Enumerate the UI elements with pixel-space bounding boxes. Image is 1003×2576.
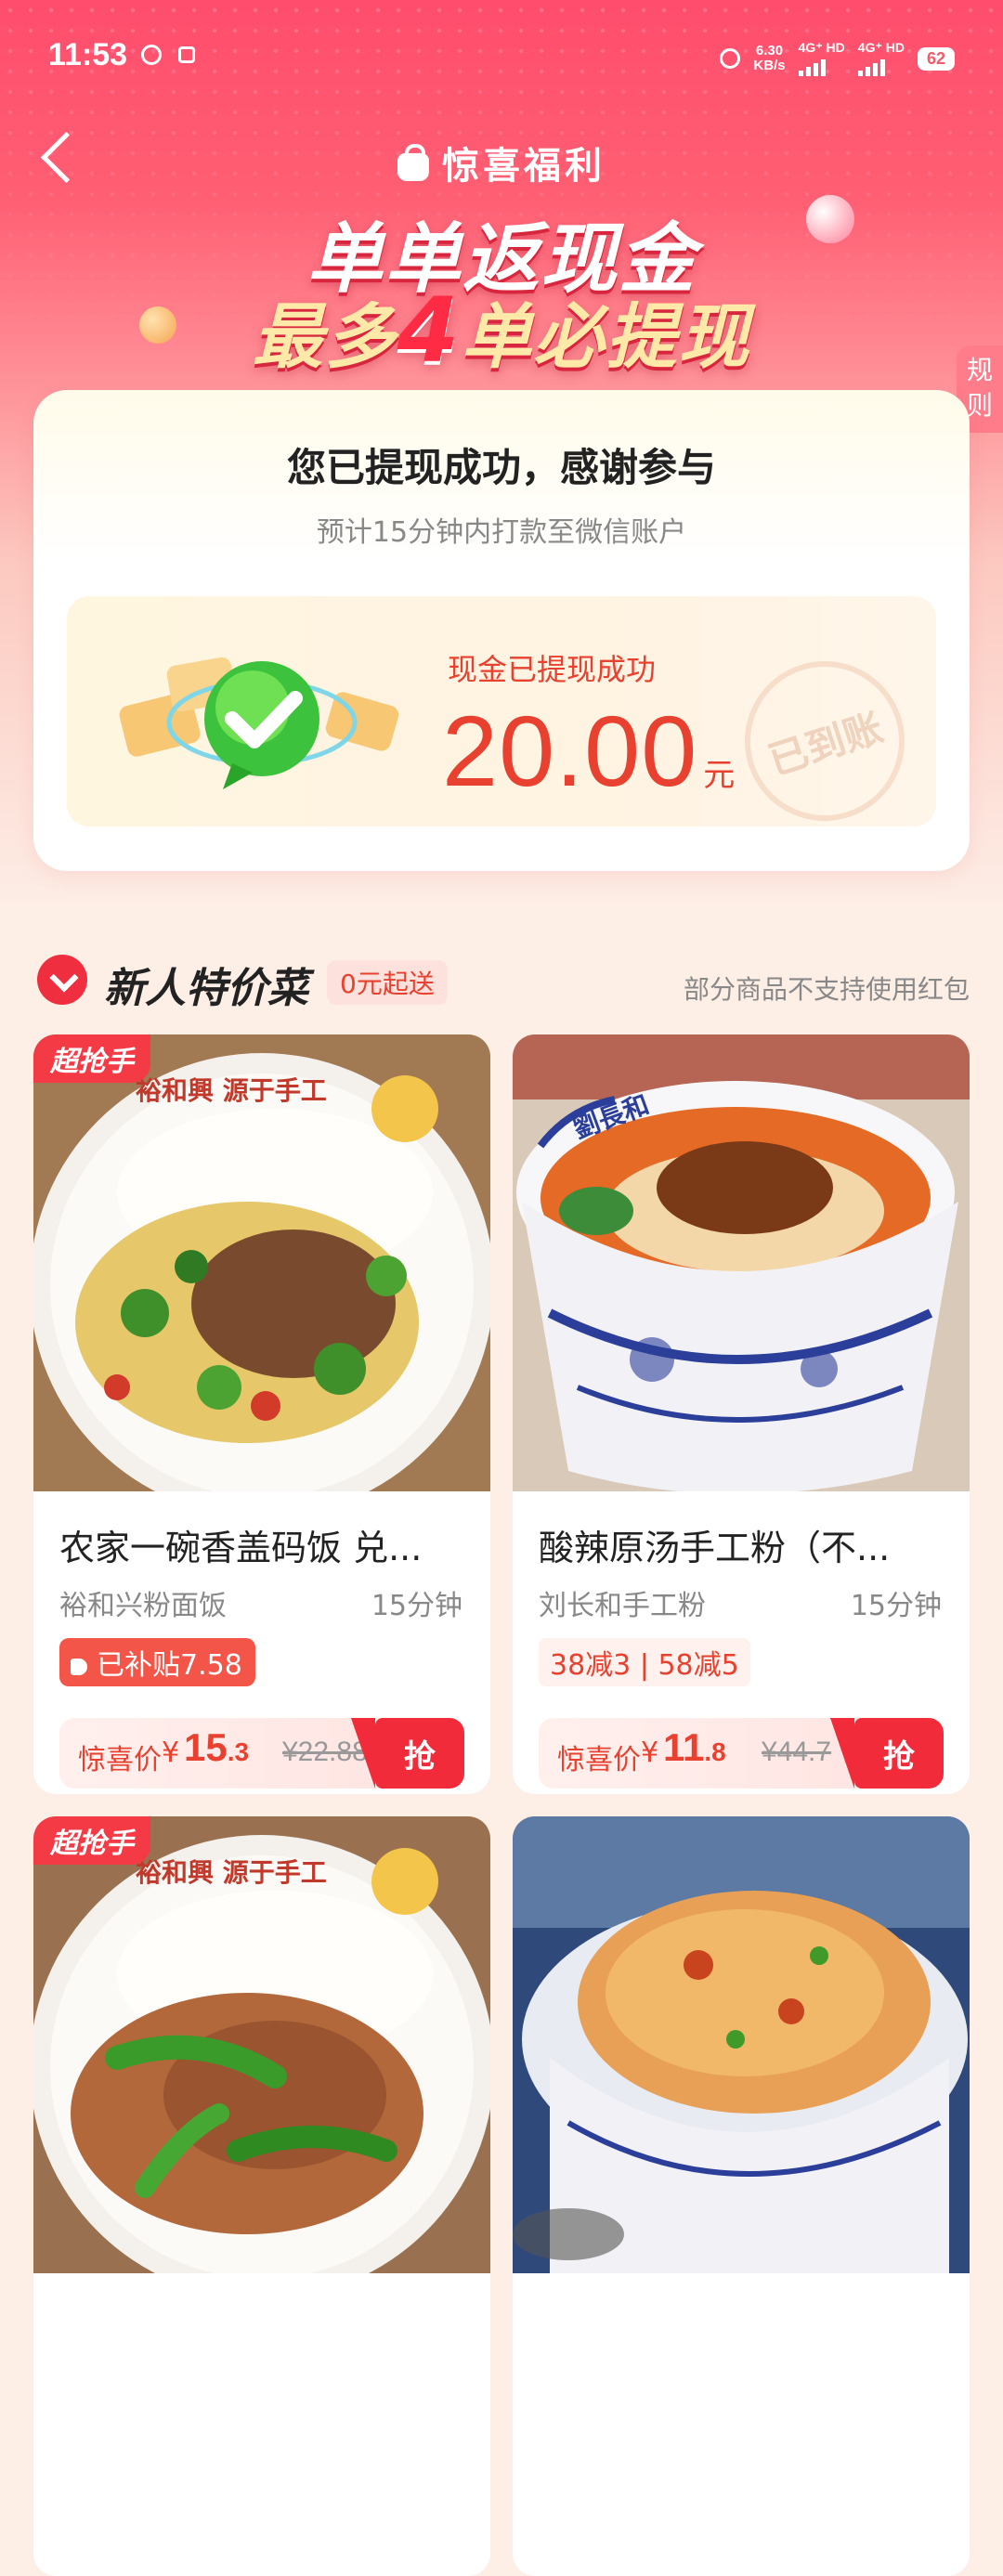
price-label: 惊喜价 [78,1744,162,1776]
wechat-pay-icon [119,657,399,789]
product-name: 农家一碗香盖码饭 兑... [59,1528,423,1568]
vpn-icon [141,45,162,65]
signal-bars-icon [798,54,845,76]
bowl-logo-text: 裕和興 源于手工 [136,1857,327,1888]
subsidy-badge: 已补贴7.58 [59,1638,255,1686]
product-card[interactable] [513,1816,970,2576]
free-delivery-chip: 0元起送 [327,960,448,1005]
price-label: 惊喜价 [557,1744,641,1776]
received-stamp: 已到账 [723,640,926,826]
battery-indicator: 62 [917,46,955,71]
food-photo-noodles: 劉長和 [513,1034,970,1491]
signal-bars-icon [857,54,905,76]
withdraw-success-card: 您已提现成功，感谢参与 预计15分钟内打款至微信账户 现金已提现成功 20.00… [33,390,970,871]
food-photo-rice-beef: 裕和興 源于手工 [33,1034,490,1491]
cash-panel: 现金已提现成功 20.00 元 已到账 [67,596,936,826]
product-name: 酸辣原汤手工粉（不... [539,1528,891,1568]
alarm-icon [720,48,741,69]
currency: ¥ [162,1737,180,1769]
hot-tag: 超抢手 [33,1816,150,1865]
section-header: 新人特价菜 0元起送 部分商品不支持使用红包 [33,951,970,1016]
hot-tag: 超抢手 [33,1034,150,1083]
down-arrow-badge-icon [37,955,87,1005]
surprise-price: 11.8 [663,1725,726,1769]
grab-button[interactable]: 抢 [830,1718,944,1789]
currency: ¥ [641,1737,659,1769]
section-title: 新人特价菜 [104,965,308,1012]
bowl-logo-text: 裕和興 源于手工 [136,1075,327,1106]
cash-label: 现金已提现成功 [448,652,657,687]
product-card[interactable]: 劉長和 酸辣原汤手工粉（不... 刘长和手工粉 15分钟 38减3 | 58减5… [513,1034,970,1794]
cash-amount: 20.00 元 [442,695,736,807]
status-time: 11:53 [48,37,128,72]
gift-bag-icon [397,144,429,181]
product-card[interactable]: 裕和興 源于手工 超抢手 农家一碗香盖码饭 兑... 裕和兴粉面饭 15分钟 已… [33,1034,490,1794]
banner-headline-2: 最多4单必提现 [252,279,751,383]
product-card[interactable]: 裕和興 源于手工 超抢手 [33,1816,490,2576]
delivery-time: 15分钟 [850,1590,942,1622]
surprise-price: 15.3 [184,1725,250,1769]
discount-promos: 38减3 | 58减5 [539,1638,750,1686]
notification-icon [178,46,195,63]
signal-2: 4G⁺ HD [857,41,905,76]
grab-button[interactable]: 抢 [351,1718,464,1789]
food-photo-rice-pork: 裕和興 源于手工 [33,1816,490,2273]
food-photo-tofu [513,1816,970,2273]
shop-name: 裕和兴粉面饭 [59,1590,227,1622]
network-speed: 6.30 KB/s [753,43,786,73]
section-note: 部分商品不支持使用红包 [683,974,970,1005]
success-title: 您已提现成功，感谢参与 [286,445,716,490]
shop-name: 刘长和手工粉 [539,1590,706,1622]
status-bar: 11:53 6.30 KB/s 4G⁺ HD 4G⁺ HD 62 [0,0,1003,111]
price-bar[interactable]: 惊喜价 ¥ 11.8 ¥44.7 抢 [539,1718,944,1789]
delivery-time: 15分钟 [371,1590,462,1622]
price-bar[interactable]: 惊喜价 ¥ 15.3 ¥22.88 抢 [59,1718,464,1789]
tag-icon [71,1659,87,1675]
nav-title: 惊喜福利 [0,136,1003,189]
original-price: ¥44.7 [762,1737,832,1767]
signal-1: 4G⁺ HD [798,41,845,76]
success-subtitle: 预计15分钟内打款至微信账户 [316,516,687,549]
